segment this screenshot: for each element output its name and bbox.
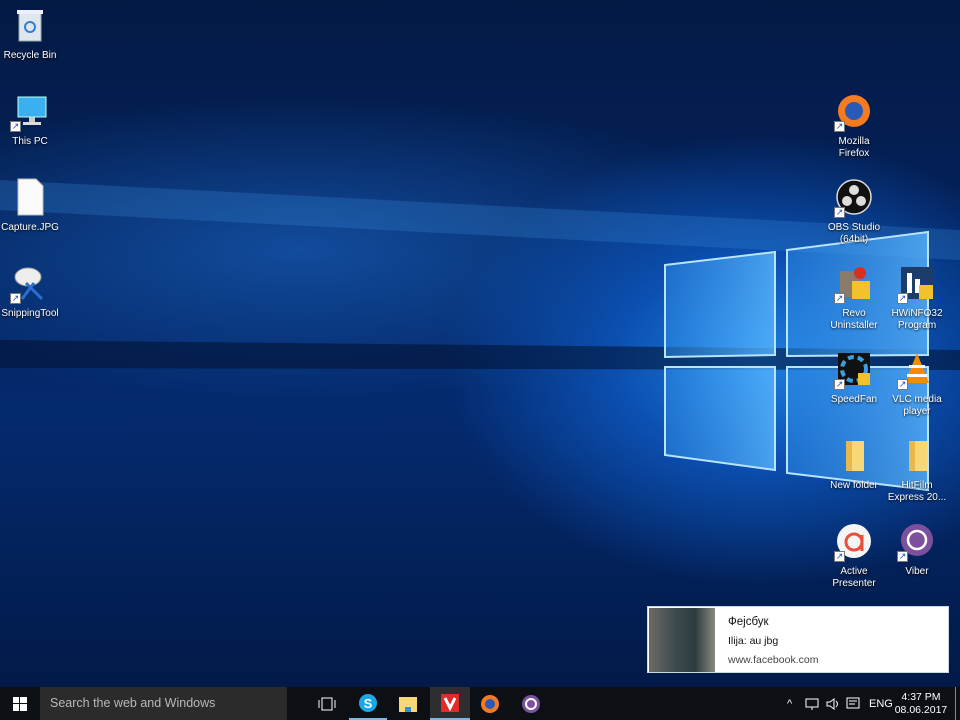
- desktop-icon-speedfan[interactable]: ↗ SpeedFan: [822, 350, 886, 406]
- start-button[interactable]: [0, 687, 40, 720]
- task-view-icon: [318, 697, 336, 710]
- taskbar-vivaldi[interactable]: [430, 687, 470, 720]
- desktop-icon-active-presenter[interactable]: ↗ Active Presenter: [822, 522, 886, 590]
- desktop: Recycle Bin ↗ This PC Capture.JPG ↗ Snip…: [0, 0, 960, 687]
- icon-label: HitFilm Express 20...: [887, 480, 947, 503]
- desktop-icon-vlc[interactable]: ↗ VLC media player: [885, 350, 949, 418]
- notification-title: Фејсбук: [728, 616, 769, 628]
- icon-label: Active Presenter: [832, 566, 876, 589]
- desktop-icon-recycle-bin[interactable]: Recycle Bin: [0, 6, 62, 62]
- recycle-bin-icon: [12, 6, 48, 44]
- notification-message: Ilija: au jbg: [728, 635, 779, 647]
- vivaldi-icon: [441, 693, 459, 712]
- desktop-icon-this-pc[interactable]: ↗ This PC: [0, 92, 62, 148]
- show-hidden-icons-chevron-up-icon[interactable]: ^: [787, 687, 801, 720]
- icon-label: SnippingTool: [1, 308, 59, 319]
- taskbar-skype[interactable]: S: [349, 687, 387, 720]
- image-file-icon: [12, 178, 48, 216]
- taskbar-firefox[interactable]: [471, 687, 509, 720]
- viber-icon: ↗: [897, 522, 935, 562]
- taskbar: Search the web and Windows S ^ ENG 4:37 …: [0, 687, 960, 720]
- icon-label: OBS Studio (64bit): [827, 222, 881, 245]
- folder-icon: [899, 436, 935, 474]
- clock-date: 08.06.2017: [894, 703, 948, 716]
- taskbar-file-explorer[interactable]: [389, 687, 427, 720]
- desktop-icon-viber[interactable]: ↗ Viber: [885, 522, 949, 578]
- desktop-icon-hitfilm[interactable]: HitFilm Express 20...: [885, 436, 949, 504]
- notification-toast[interactable]: Фејсбук Ilija: au jbg www.facebook.com: [647, 606, 949, 673]
- revo-icon: ↗: [834, 264, 872, 304]
- icon-label: This PC: [12, 136, 48, 147]
- volume-icon[interactable]: [826, 687, 844, 720]
- icon-label: Revo Uninstaller: [830, 308, 878, 331]
- taskbar-viber[interactable]: [511, 687, 551, 720]
- fan-icon: ↗: [834, 350, 872, 390]
- desktop-icon-snippingtool[interactable]: ↗ SnippingTool: [0, 264, 62, 320]
- folder-icon: [836, 436, 872, 474]
- icon-label: Mozilla Firefox: [838, 136, 870, 159]
- firefox-icon: ↗: [834, 92, 872, 132]
- obs-icon: ↗: [834, 178, 872, 218]
- windows-logo-icon: [13, 696, 27, 711]
- activepresenter-icon: ↗: [834, 522, 872, 562]
- clock[interactable]: 4:37 PM 08.06.2017: [895, 687, 948, 720]
- icon-label: SpeedFan: [830, 394, 878, 405]
- desktop-icon-capture-jpg[interactable]: Capture.JPG: [0, 178, 62, 234]
- desktop-icon-revo[interactable]: ↗ Revo Uninstaller: [822, 264, 886, 332]
- notification-source: www.facebook.com: [728, 654, 819, 666]
- computer-icon: ↗: [10, 92, 48, 132]
- viber-icon: [522, 694, 540, 713]
- action-center-icon[interactable]: [846, 687, 864, 720]
- skype-icon: S: [359, 693, 377, 712]
- wallpaper: [0, 180, 960, 492]
- icon-label: Recycle Bin: [3, 50, 57, 61]
- desktop-icon-obs[interactable]: ↗ OBS Studio (64bit): [822, 178, 886, 246]
- icon-label: VLC media player: [892, 394, 942, 417]
- notification-avatar: [649, 608, 715, 672]
- language-indicator[interactable]: ENG: [869, 687, 893, 720]
- desktop-icon-hwinfo[interactable]: ↗ HWiNFO32 Program: [885, 264, 949, 332]
- icon-label: Viber: [905, 566, 929, 577]
- desktop-icon-firefox[interactable]: ↗ Mozilla Firefox: [822, 92, 886, 160]
- svg-text:S: S: [364, 696, 373, 711]
- icon-label: HWiNFO32 Program: [891, 308, 943, 331]
- desktop-icon-new-folder[interactable]: New folder: [822, 436, 886, 492]
- search-input[interactable]: Search the web and Windows: [40, 687, 287, 720]
- folder-icon: [399, 696, 417, 712]
- hwinfo-icon: ↗: [897, 264, 935, 304]
- vlc-icon: ↗: [897, 350, 935, 390]
- scissors-icon: ↗: [10, 264, 48, 304]
- clock-time: 4:37 PM: [901, 690, 941, 703]
- task-view-button[interactable]: [308, 687, 346, 720]
- show-desktop-button[interactable]: [955, 687, 956, 720]
- icon-label: Capture.JPG: [1, 222, 59, 233]
- firefox-icon: [481, 694, 499, 713]
- icon-label: New folder: [830, 480, 878, 491]
- network-icon[interactable]: [805, 687, 823, 720]
